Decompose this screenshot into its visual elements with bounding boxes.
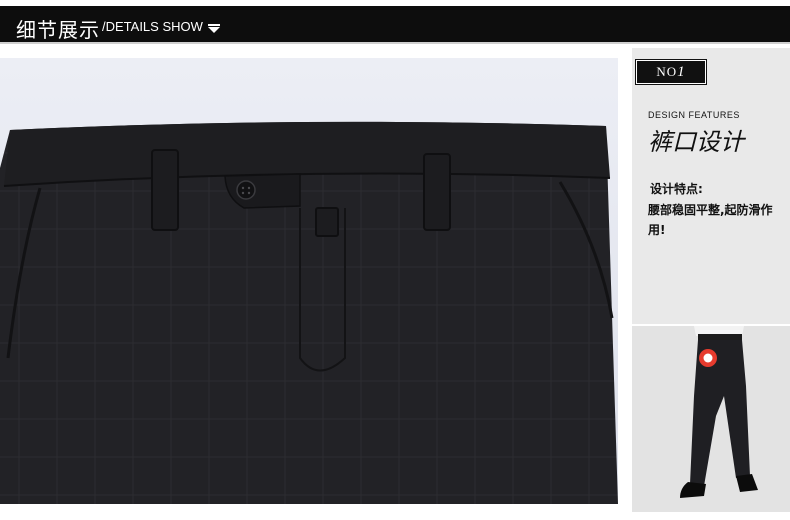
features-heading-en: DESIGN FEATURES bbox=[648, 110, 740, 120]
header-bar: 细节展示 /DETAILS SHOW bbox=[0, 6, 790, 44]
model-full-body-photo bbox=[632, 326, 790, 512]
features-heading-cn: 裤口设计 bbox=[648, 128, 744, 156]
header-title: 细节展示 bbox=[16, 18, 100, 42]
description-text: 腰部稳固平整,起防滑作用! bbox=[648, 203, 773, 237]
header-subtitle: /DETAILS SHOW bbox=[102, 19, 203, 34]
feature-number-badge: NO1 bbox=[635, 59, 707, 85]
feature-info-panel: NO1 DESIGN FEATURES 裤口设计 设计特点: 腰部稳固平整,起防… bbox=[632, 48, 790, 324]
description-label: 设计特点: bbox=[650, 182, 703, 196]
waistband-detail-photo bbox=[0, 58, 618, 504]
badge-number: 1 bbox=[677, 64, 686, 80]
badge-prefix: NO bbox=[656, 64, 678, 79]
model-trousers-illustration bbox=[632, 326, 790, 512]
page-bottom-margin bbox=[0, 512, 790, 520]
header: 细节展示 /DETAILS SHOW bbox=[0, 0, 790, 44]
chevron-down-icon bbox=[208, 24, 220, 33]
trousers-waistband-illustration bbox=[0, 58, 618, 504]
